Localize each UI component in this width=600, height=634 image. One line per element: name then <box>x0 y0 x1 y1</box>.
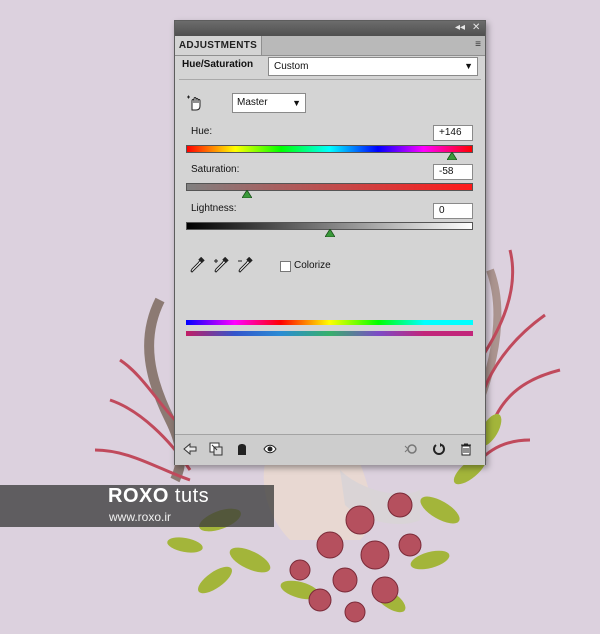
back-arrow-icon[interactable] <box>183 442 197 456</box>
panel-tabstrip: ADJUSTMENTS ≡ <box>175 36 485 56</box>
watermark-brand: ROXO tuts <box>108 485 209 508</box>
preset-dropdown[interactable]: Custom ▼ <box>268 57 478 76</box>
adjustment-type-label: Hue/Saturation <box>182 59 254 70</box>
visibility-eye-icon[interactable] <box>263 442 277 456</box>
targeted-adjustment-hand-icon[interactable] <box>186 94 204 112</box>
collapse-icon[interactable]: ◂◂ <box>455 22 465 34</box>
divider <box>179 79 481 80</box>
chevron-down-icon: ▼ <box>464 61 473 71</box>
adjustments-panel: ◂◂ ✕ ADJUSTMENTS ≡ Hue/Saturation Custom… <box>174 20 486 465</box>
preset-value: Custom <box>274 61 309 72</box>
channel-dropdown[interactable]: Master ▼ <box>232 93 306 113</box>
watermark-brand-suffix: tuts <box>174 485 210 507</box>
lightness-label: Lightness: <box>191 203 237 214</box>
lightness-input[interactable]: 0 <box>433 203 473 219</box>
saturation-slider-track[interactable] <box>186 183 473 191</box>
output-color-bar <box>186 331 473 336</box>
eyedropper-subtract-icon[interactable] <box>237 257 253 275</box>
watermark-site: www.roxo.ir <box>109 510 172 524</box>
tab-adjustments[interactable]: ADJUSTMENTS <box>175 36 262 55</box>
colorize-label: Colorize <box>294 260 331 271</box>
channel-value: Master <box>237 97 268 108</box>
hue-label: Hue: <box>191 126 213 137</box>
view-previous-state-icon[interactable] <box>404 442 418 456</box>
lightness-slider-thumb[interactable] <box>325 229 335 237</box>
clip-to-layer-icon[interactable] <box>209 442 223 456</box>
lightness-value: 0 <box>439 205 445 216</box>
eyedropper-icon[interactable] <box>189 257 205 275</box>
eyedropper-add-icon[interactable] <box>213 257 229 275</box>
colorize-checkbox[interactable] <box>280 261 291 272</box>
saturation-input[interactable]: -58 <box>433 164 473 180</box>
panel-footer <box>175 434 485 465</box>
reset-icon[interactable] <box>432 442 446 456</box>
panel-titlebar[interactable]: ◂◂ ✕ <box>175 21 485 36</box>
hue-input[interactable]: +146 <box>433 125 473 141</box>
hue-slider-thumb[interactable] <box>447 152 457 160</box>
saturation-value: -58 <box>439 166 454 177</box>
chevron-down-icon: ▼ <box>292 98 301 108</box>
hue-value: +146 <box>439 127 462 138</box>
close-icon[interactable]: ✕ <box>472 22 480 34</box>
layer-mask-icon[interactable] <box>235 442 249 456</box>
input-color-bar <box>186 320 473 325</box>
panel-menu-icon[interactable]: ≡ <box>475 39 481 51</box>
trash-icon[interactable] <box>459 442 473 456</box>
saturation-label: Saturation: <box>191 164 240 175</box>
hue-slider-track[interactable] <box>186 145 473 153</box>
saturation-slider-thumb[interactable] <box>242 190 252 198</box>
watermark-brand-name: ROXO <box>108 485 169 507</box>
